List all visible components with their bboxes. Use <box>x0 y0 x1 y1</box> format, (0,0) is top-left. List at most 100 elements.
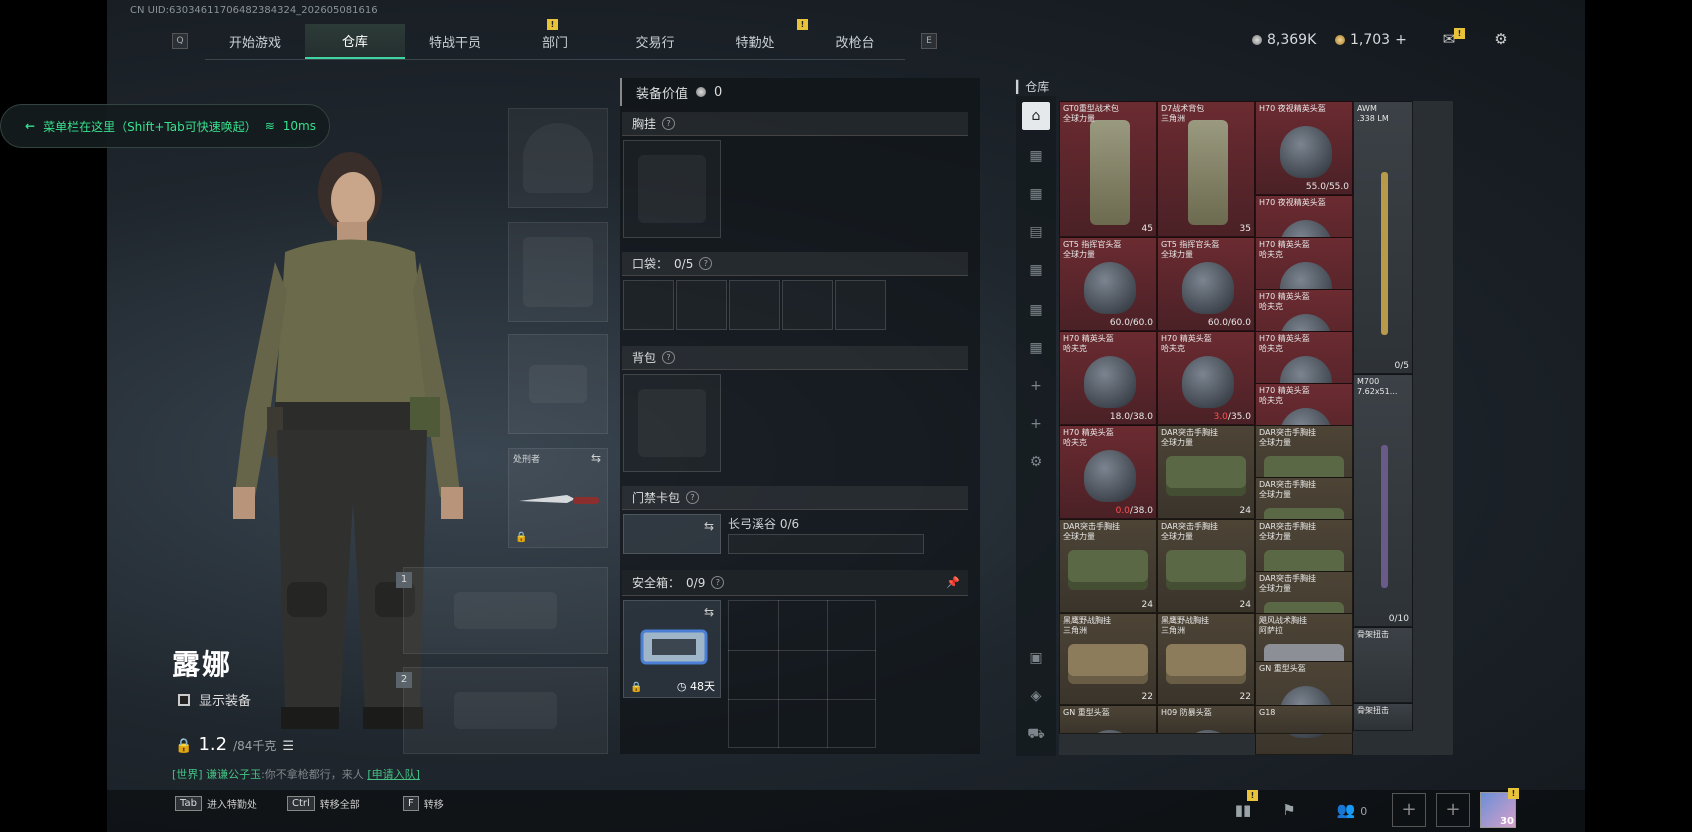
add-tab-icon[interactable]: + <box>1022 372 1050 400</box>
hint-special-ops[interactable]: Tab 进入特勤处 <box>175 796 257 811</box>
invite-slot-2[interactable]: + <box>1436 793 1470 827</box>
storage-item[interactable]: 骨架扭击 <box>1353 702 1413 731</box>
pin-icon[interactable]: 📌 <box>946 576 960 589</box>
storage-item-chest-rig[interactable]: DAR突击手胸挂 全球力量 24 <box>1059 519 1157 614</box>
gold-currency[interactable]: 1,703 + <box>1335 32 1407 48</box>
item-name: DAR突击手胸挂 全球力量 <box>1063 522 1121 542</box>
storage-item-chest-rig[interactable]: DAR突击手胸挂 全球力量 24 <box>1157 425 1255 520</box>
tab-gunsmith[interactable]: 改枪台 <box>805 24 905 59</box>
storage-tab-all-icon[interactable]: ⌂ <box>1022 102 1050 130</box>
swap-icon[interactable]: ⇆ <box>591 451 601 465</box>
help-icon[interactable]: ? <box>662 351 676 364</box>
storage-item-helmet[interactable]: GT5 指挥官头盔 全球力量 60.0/60.0 <box>1157 237 1255 332</box>
pistol-slot[interactable] <box>508 334 608 434</box>
invite-slot-1[interactable]: + <box>1392 793 1426 827</box>
item-name: 黑鹰野战胸挂 三角洲 <box>1161 616 1209 636</box>
item-value: 22 <box>1141 692 1153 703</box>
pocket-slot[interactable] <box>676 280 727 330</box>
storage-tab-3-icon[interactable]: ▦ <box>1022 180 1050 208</box>
storage-item-helmet[interactable]: H09 防暴头盔 <box>1157 705 1255 734</box>
hint-transfer[interactable]: F 转移 <box>403 796 444 811</box>
storage-item-chest-rig[interactable]: 黑鹰野战胸挂 三角洲 22 <box>1157 613 1255 706</box>
armor-slot[interactable] <box>508 222 608 322</box>
add-gold-button[interactable]: + <box>1395 32 1407 48</box>
stats-alert: ! <box>1247 790 1258 801</box>
storage-tab-7-icon[interactable]: ▦ <box>1022 334 1050 362</box>
storage-item-helmet[interactable]: H70 夜视精英头盔 55.0/55.0 <box>1255 101 1353 195</box>
storage-item[interactable]: 骨架扭击 <box>1353 627 1413 703</box>
settings-download-icon[interactable]: ⚙ <box>1490 30 1512 48</box>
pocket-slot[interactable] <box>782 280 833 330</box>
storage-tab-6-icon[interactable]: ▦ <box>1022 296 1050 324</box>
keycard-slot-row[interactable] <box>728 534 924 554</box>
dock-icon[interactable]: ▣ <box>1022 644 1050 672</box>
character-name: 露娜 <box>172 648 233 681</box>
pocket-slot[interactable] <box>835 280 886 330</box>
safebox-grid[interactable] <box>728 600 876 748</box>
storage-item-helmet[interactable]: GN 重型头盔 <box>1059 705 1157 734</box>
show-equipment-toggle[interactable]: 显示装备 <box>178 690 251 709</box>
tab-special-ops[interactable]: 特勤处! <box>705 19 808 59</box>
pocket-slot[interactable] <box>729 280 780 330</box>
add-tab-icon[interactable]: + <box>1022 410 1050 438</box>
help-icon[interactable]: ? <box>699 257 713 270</box>
cart-icon[interactable]: ⛟ <box>1022 720 1050 748</box>
swap-icon[interactable]: ⇆ <box>704 519 714 533</box>
join-team-link[interactable]: [申请入队] <box>367 768 420 781</box>
help-icon[interactable]: ? <box>711 576 725 589</box>
chest-rig-slot[interactable] <box>623 140 721 238</box>
storage-item-helmet[interactable]: H70 精英头盔 哈夫克 0.0/38.0 <box>1059 425 1157 520</box>
helmet-slot[interactable] <box>508 108 608 208</box>
primary-weapon-slot-1[interactable]: 1 <box>396 567 608 654</box>
squad-button[interactable]: 👥 0 <box>1330 797 1374 823</box>
storage-settings-icon[interactable]: ⚙ <box>1022 448 1050 476</box>
item-value: 0/5 <box>1394 360 1409 371</box>
storage-item[interactable]: D7战术背包 三角洲 35 <box>1157 101 1255 238</box>
storage-item[interactable]: AWM .338 LM 0/5 <box>1353 101 1413 374</box>
storage-item-chest-rig[interactable]: DAR突击手胸挂 全球力量 24 <box>1157 519 1255 614</box>
list-icon[interactable]: ☰ <box>282 739 294 754</box>
tab-market[interactable]: 交易行 <box>605 24 705 59</box>
backpack-slot[interactable] <box>623 374 721 472</box>
pockets-header: 口袋： 0/5? <box>622 252 968 276</box>
melee-slot[interactable]: 处刑者 ⇆ 🔒 <box>508 448 608 548</box>
item-value: 24 <box>1141 600 1153 611</box>
flag-icon[interactable]: ⚑ <box>1276 797 1302 823</box>
item-name: H70 精英头盔 哈夫克 <box>1161 334 1212 354</box>
tab-warehouse[interactable]: 仓库 <box>305 24 405 59</box>
safebox-slot[interactable]: ⇆ 🔒 ◷ 48天 <box>623 600 721 698</box>
show-equipment-checkbox[interactable] <box>178 693 190 706</box>
chest-rig-icon <box>1166 550 1246 591</box>
primary-weapon-slot-2[interactable]: 2 <box>396 667 608 754</box>
storage-item-chest-rig[interactable]: 黑鹰野战胸挂 三角洲 22 <box>1059 613 1157 706</box>
help-icon[interactable]: ? <box>686 491 700 504</box>
layers-icon[interactable]: ◈ <box>1022 682 1050 710</box>
lock-icon: 🔒 <box>630 682 643 693</box>
tab-start-game[interactable]: 开始游戏 <box>205 24 305 59</box>
item-value: 35 <box>1239 224 1251 235</box>
tab-department[interactable]: 部门! <box>505 19 605 59</box>
item-name: D7战术背包 三角洲 <box>1161 104 1205 123</box>
hint-transfer-all[interactable]: Ctrl 转移全部 <box>287 796 360 811</box>
item-name: M700 7.62x51... <box>1357 376 1398 396</box>
item-name: H70 夜视精英头盔 <box>1259 104 1326 113</box>
storage-tab-4-icon[interactable]: ▤ <box>1022 218 1050 246</box>
storage-item-helmet[interactable]: H70 精英头盔 哈夫克 3.0/35.0 <box>1157 331 1255 426</box>
item-name: DAR突击手胸挂 全球力量 <box>1161 522 1219 542</box>
world-chat-line[interactable]: [世界] 谦谦公子玉:你不拿枪都行，来人 [申请入队] <box>172 766 420 782</box>
storage-item-helmet[interactable]: GT5 指挥官头盔 全球力量 60.0/60.0 <box>1059 237 1157 332</box>
pocket-slot[interactable] <box>623 280 674 330</box>
item-value: 0/10 <box>1388 614 1409 625</box>
help-icon[interactable]: ? <box>662 117 676 130</box>
keycard-case-slot[interactable]: ⇆ <box>623 514 721 554</box>
storage-tab-5-icon[interactable]: ▦ <box>1022 256 1050 284</box>
storage-tab-2-icon[interactable]: ▦ <box>1022 142 1050 170</box>
item-value: 24 <box>1239 506 1251 517</box>
tab-operators[interactable]: 特战干员 <box>405 24 505 59</box>
storage-item[interactable]: M700 7.62x51... 0/10 <box>1353 373 1413 628</box>
armor-placeholder-icon <box>523 237 593 307</box>
storage-item-helmet[interactable]: H70 精英头盔 哈夫克 18.0/38.0 <box>1059 331 1157 426</box>
swap-icon[interactable]: ⇆ <box>704 605 714 619</box>
storage-item[interactable]: G18 <box>1255 705 1353 734</box>
storage-item[interactable]: GT0重型战术包 全球力量 45 <box>1059 101 1157 238</box>
